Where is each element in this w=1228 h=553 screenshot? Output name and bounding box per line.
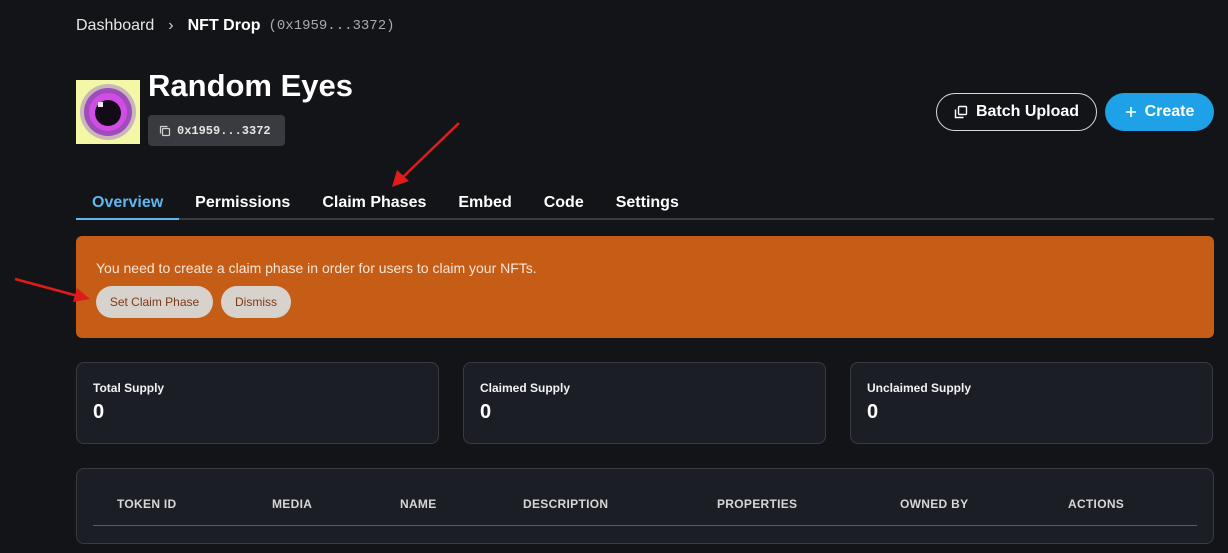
tab-settings[interactable]: Settings <box>600 184 695 220</box>
create-label: Create <box>1144 103 1195 120</box>
batch-upload-label: Batch Upload <box>975 103 1080 120</box>
unclaimed-supply-card: Unclaimed Supply 0 <box>850 362 1213 444</box>
copy-address-button[interactable]: 0x1959...3372 <box>148 115 285 146</box>
column-header-properties[interactable]: PROPERTIES <box>717 497 797 511</box>
stat-label: Total Supply <box>93 381 165 395</box>
breadcrumb-dashboard-link[interactable]: Dashboard <box>76 17 154 35</box>
alert-message: You need to create a claim phase in orde… <box>96 260 537 276</box>
tab-bar: Overview Permissions Claim Phases Embed … <box>76 184 1214 220</box>
column-header-token-id[interactable]: TOKEN ID <box>117 497 177 511</box>
claimed-supply-card: Claimed Supply 0 <box>463 362 826 444</box>
stack-icon <box>954 105 968 119</box>
column-header-owned-by[interactable]: OWNED BY <box>900 497 968 511</box>
column-header-media[interactable]: MEDIA <box>272 497 312 511</box>
contract-avatar <box>76 80 140 144</box>
tab-overview[interactable]: Overview <box>76 184 180 220</box>
claim-phase-alert: You need to create a claim phase in orde… <box>76 236 1214 338</box>
breadcrumb-address: (0x1959...3372) <box>268 18 395 34</box>
breadcrumb-current: NFT Drop <box>187 17 261 34</box>
batch-upload-button[interactable]: Batch Upload <box>936 93 1097 131</box>
stat-label: Claimed Supply <box>480 381 571 395</box>
stat-value: 0 <box>93 401 105 423</box>
column-header-description[interactable]: DESCRIPTION <box>523 497 608 511</box>
column-header-name[interactable]: NAME <box>400 497 437 511</box>
column-header-actions[interactable]: ACTIONS <box>1068 497 1124 511</box>
dismiss-button[interactable]: Dismiss <box>221 286 291 318</box>
page-title: Random Eyes <box>148 68 354 103</box>
stat-value: 0 <box>480 401 492 423</box>
breadcrumb-separator: › <box>168 17 174 34</box>
tab-claim-phases[interactable]: Claim Phases <box>306 184 442 220</box>
table-header-divider <box>93 525 1197 526</box>
stat-value: 0 <box>867 401 879 423</box>
tab-code[interactable]: Code <box>528 184 600 220</box>
eye-avatar-image <box>76 80 140 144</box>
nft-table: TOKEN ID MEDIA NAME DESCRIPTION PROPERTI… <box>76 468 1214 544</box>
breadcrumb: Dashboard › NFT Drop (0x1959...3372) <box>76 14 395 38</box>
create-button[interactable]: Create <box>1105 93 1214 131</box>
plus-icon <box>1125 107 1136 117</box>
contract-address: 0x1959...3372 <box>177 123 271 138</box>
set-claim-phase-button[interactable]: Set Claim Phase <box>96 286 213 318</box>
copy-icon <box>159 125 171 136</box>
total-supply-card: Total Supply 0 <box>76 362 439 444</box>
tab-embed[interactable]: Embed <box>442 184 527 220</box>
tab-permissions[interactable]: Permissions <box>179 184 306 220</box>
stat-label: Unclaimed Supply <box>867 381 972 395</box>
arrow-to-claim-phases-icon <box>392 122 460 187</box>
